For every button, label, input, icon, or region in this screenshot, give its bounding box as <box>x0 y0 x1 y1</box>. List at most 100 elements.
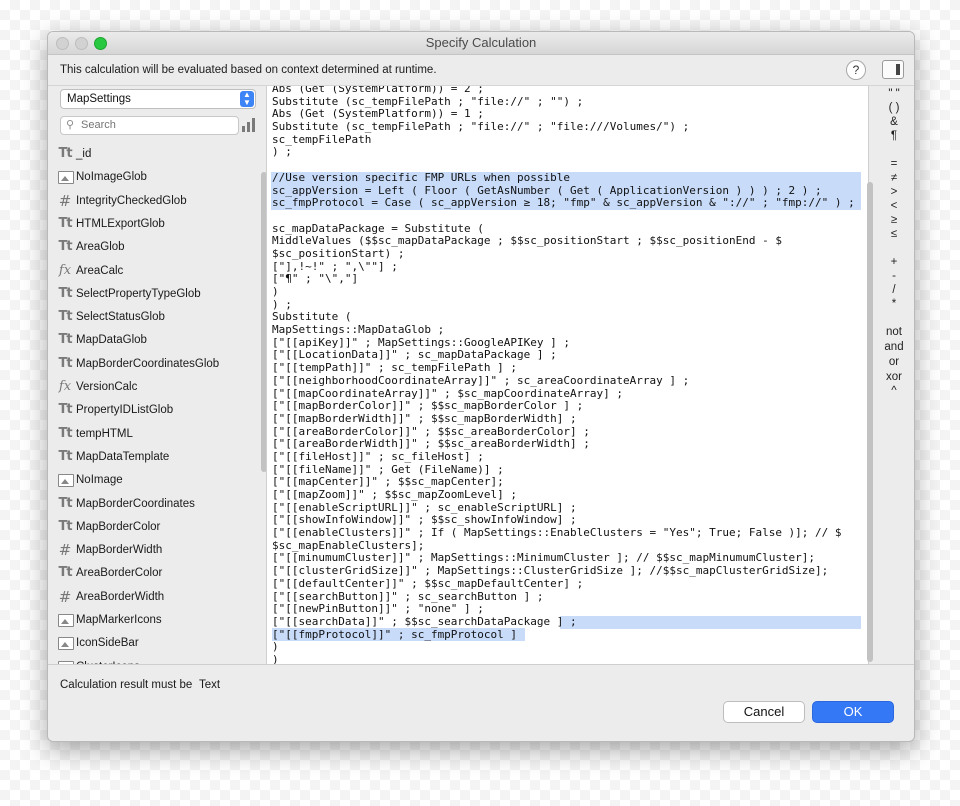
field-name: _id <box>76 148 92 160</box>
operator-button[interactable]: not <box>875 326 913 338</box>
field-name: PropertyIDListGlob <box>76 404 174 417</box>
calc-icon: fx <box>58 379 72 394</box>
field-search[interactable]: ⚲ <box>60 116 239 135</box>
operator-button[interactable]: ≠ <box>875 172 913 184</box>
window-title: Specify Calculation <box>425 35 537 50</box>
code-line: ) <box>272 652 279 664</box>
operator-button[interactable]: ¶ <box>875 130 913 142</box>
code-line: ["[[defaultCenter]]" ; $$sc_mapDefaultCe… <box>272 576 584 590</box>
sidebar-icon <box>896 64 900 75</box>
field-item[interactable]: Tt HTMLExportGlob <box>56 213 256 236</box>
field-item[interactable]: Tt MapBorderCoordinatesGlob <box>56 353 256 376</box>
code-line: ["[[mapBorderColor]]" ; $$sc_mapBorderCo… <box>272 399 584 413</box>
calculation-editor[interactable]: Abs (Get (SystemPlatform)) = 2 ; Substitu… <box>266 86 869 664</box>
field-item[interactable]: IconSideBar <box>56 632 256 655</box>
updown-arrows-icon: ▲ ▼ <box>240 91 254 107</box>
operator-button[interactable]: + <box>875 256 913 268</box>
field-item[interactable]: Tt MapBorderColor <box>56 516 256 539</box>
toggle-sidebar-button[interactable] <box>882 60 904 79</box>
field-name: MapBorderColor <box>76 520 161 533</box>
search-icon: ⚲ <box>66 119 75 131</box>
code-line: ["[[fileHost]]" ; sc_fileHost] ; <box>272 449 484 463</box>
operator-button[interactable]: > <box>875 186 913 198</box>
context-info-text: This calculation will be evaluated based… <box>60 64 437 76</box>
field-item[interactable]: Tt AreaBorderColor <box>56 562 256 585</box>
code-line: ) ; <box>272 297 292 311</box>
field-item[interactable]: NoImage <box>56 469 256 492</box>
operator-button[interactable]: - <box>875 270 913 282</box>
field-name: tempHTML <box>76 427 133 440</box>
code-line: ["[[fmpProtocol]]" ; sc_fmpProtocol ] <box>271 627 861 642</box>
search-input[interactable] <box>81 118 231 132</box>
text-icon: Tt <box>58 402 72 418</box>
field-item[interactable]: # IntegrityCheckedGlob <box>56 190 256 213</box>
operator-button[interactable]: " " <box>875 88 913 100</box>
title-bar: Specify Calculation <box>48 32 914 55</box>
text-icon: Tt <box>58 518 72 534</box>
field-item[interactable]: Tt SelectStatusGlob <box>56 306 256 329</box>
operator-button[interactable]: & <box>875 116 913 128</box>
operators-panel: " " ( ) & ¶ = ≠ > < ≥ ≤ + - / * not and or xor ^ <box>875 88 913 648</box>
help-button[interactable]: ? <box>846 60 866 80</box>
code-line: ) <box>272 285 279 298</box>
operator-button[interactable]: xor <box>875 371 913 383</box>
code-line: ["],!~!" ; ",\""] ; <box>272 259 398 273</box>
editor-scrollbar[interactable] <box>867 182 873 662</box>
field-name: MapBorderWidth <box>76 544 163 557</box>
text-icon: Tt <box>58 448 72 464</box>
field-item[interactable]: fx VersionCalc <box>56 376 256 399</box>
operator-button[interactable]: ^ <box>875 385 913 397</box>
field-item[interactable]: NoImageGlob <box>56 166 256 189</box>
table-select-value: MapSettings <box>67 93 131 105</box>
table-occurrence-select[interactable]: MapSettings ▲ ▼ <box>60 89 256 109</box>
field-item[interactable]: fx AreaCalc <box>56 260 256 283</box>
divider <box>48 664 914 665</box>
text-icon: Tt <box>58 495 72 511</box>
field-name: MapBorderCoordinates <box>76 497 195 510</box>
field-name: IconSideBar <box>76 637 139 650</box>
field-item[interactable]: Tt MapDataGlob <box>56 329 256 352</box>
text-icon: Tt <box>58 239 72 255</box>
result-type-select[interactable]: Text <box>199 679 220 691</box>
field-name: MapBorderCoordinatesGlob <box>76 357 220 370</box>
image-icon <box>58 614 74 627</box>
specify-calculation-dialog: Specify Calculation This calculation wil… <box>47 31 915 742</box>
field-item[interactable]: Tt SelectPropertyTypeGlob <box>56 283 256 306</box>
operator-button[interactable]: ( ) <box>875 102 913 114</box>
operator-button[interactable]: ≥ <box>875 214 913 226</box>
operator-button[interactable]: / <box>875 284 913 296</box>
field-name: IntegrityCheckedGlob <box>76 194 187 207</box>
field-name: SelectPropertyTypeGlob <box>76 287 201 300</box>
ok-button[interactable]: OK <box>812 701 894 723</box>
image-icon <box>58 474 74 488</box>
text-icon: Tt <box>58 425 72 441</box>
field-item[interactable]: MapMarkerIcons <box>56 609 256 632</box>
field-item[interactable]: Tt MapBorderCoordinates <box>56 493 256 516</box>
operator-button[interactable]: < <box>875 200 913 212</box>
field-item[interactable]: # MapBorderWidth <box>56 539 256 562</box>
text-icon: Tt <box>58 565 72 581</box>
text-icon: Tt <box>58 355 72 371</box>
code-line: ["[[mapBorderWidth]]" ; $$sc_mapBorderWi… <box>272 411 577 425</box>
field-item[interactable]: Tt _id <box>56 143 256 166</box>
code-line: ["¶" ; "\","] <box>272 272 359 286</box>
code-line: ["[[clusterGridSize]]" ; MapSettings::Cl… <box>272 564 829 578</box>
field-item[interactable]: Tt PropertyIDListGlob <box>56 399 256 422</box>
operator-button[interactable]: = <box>875 158 913 170</box>
field-item[interactable]: Tt AreaGlob <box>56 236 256 259</box>
code-line: ["[[enableClusters]]" ; If ( MapSettings… <box>272 526 842 540</box>
operator-button[interactable]: * <box>875 298 913 310</box>
operator-button[interactable]: and <box>875 341 913 353</box>
sort-fields-icon[interactable] <box>242 117 256 132</box>
operator-button[interactable]: or <box>875 356 913 368</box>
cancel-button[interactable]: Cancel <box>723 701 805 723</box>
field-item[interactable]: # AreaBorderWidth <box>56 586 256 609</box>
text-icon: Tt <box>58 215 72 231</box>
operator-button[interactable]: ≤ <box>875 228 913 240</box>
field-item[interactable]: Tt tempHTML <box>56 423 256 446</box>
calculation-code[interactable]: Abs (Get (SystemPlatform)) = 2 ; Substitu… <box>271 86 861 664</box>
field-item[interactable]: Tt MapDataTemplate <box>56 446 256 469</box>
code-line: //Use version specific FMP URLs when pos… <box>271 171 861 185</box>
